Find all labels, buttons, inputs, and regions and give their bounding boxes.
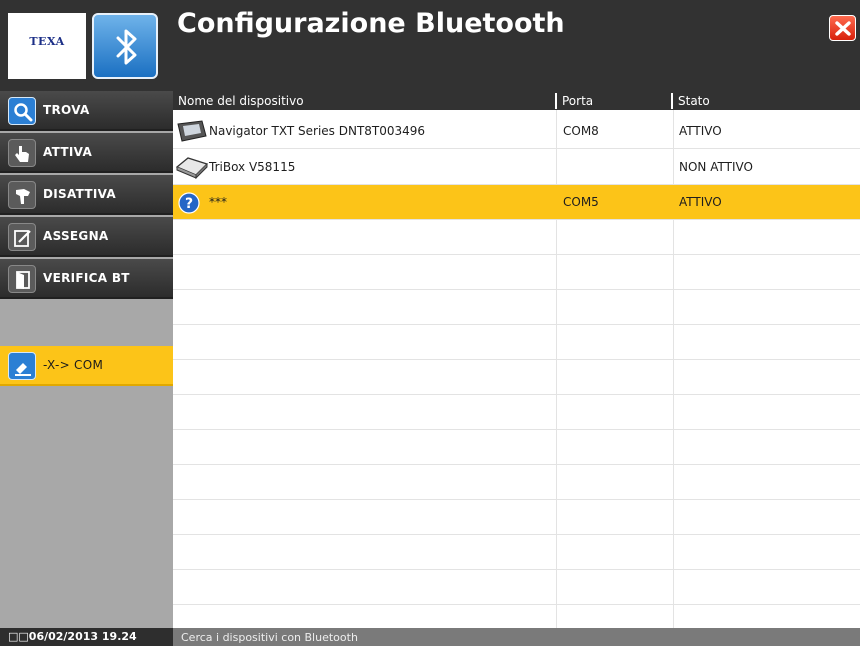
status-bar: □□06/02/2013 19.24 Cerca i dispositivi c…: [0, 628, 860, 646]
tribox-device-icon: [176, 157, 208, 179]
device-name: Navigator TXT Series DNT8T003496: [209, 124, 426, 138]
column-header-port[interactable]: Porta: [555, 93, 668, 109]
sidebar-item-assign-com[interactable]: -X-> COM: [0, 346, 173, 386]
sidebar-item-label: ATTIVA: [43, 145, 93, 159]
door-icon: [8, 265, 36, 293]
empty-row: [173, 255, 860, 290]
table-row-selected[interactable]: ? *** COM5 ATTIVO: [173, 185, 860, 220]
sidebar-item-label: ASSEGNA: [43, 229, 109, 243]
empty-row: [173, 325, 860, 360]
empty-row: [173, 500, 860, 535]
table-row[interactable]: Navigator TXT Series DNT8T003496 COM8 AT…: [173, 114, 860, 149]
empty-row: [173, 535, 860, 570]
sidebar-item-verifica-bt[interactable]: VERIFICA BT: [0, 259, 173, 299]
search-icon: [8, 97, 36, 125]
datetime-label: □□06/02/2013 19.24: [8, 630, 137, 643]
sidebar: TROVA ATTIVA DISATTIVA ASSEGNA VERIFICA …: [0, 91, 173, 628]
sidebar-item-trova[interactable]: TROVA: [0, 91, 173, 131]
empty-row: [173, 290, 860, 325]
device-status: ATTIVO: [679, 124, 722, 138]
brand-label: TEXA: [29, 35, 65, 48]
device-status: ATTIVO: [679, 195, 722, 209]
column-header-name[interactable]: Nome del dispositivo: [173, 93, 553, 109]
hand-pointing-icon: [8, 139, 36, 167]
device-port: COM5: [563, 195, 599, 209]
sidebar-item-label: VERIFICA BT: [43, 271, 130, 285]
status-clock: □□06/02/2013 19.24: [0, 628, 173, 646]
bluetooth-icon: [92, 13, 158, 79]
device-port: COM8: [563, 124, 599, 138]
hand-stop-icon: [8, 181, 36, 209]
empty-row: [173, 395, 860, 430]
texa-logo: TEXA: [8, 13, 86, 79]
navigator-device-icon: [177, 120, 207, 142]
page-title: Configurazione Bluetooth: [177, 8, 565, 39]
device-status: NON ATTIVO: [679, 160, 753, 174]
empty-row: [173, 430, 860, 465]
sidebar-item-label: TROVA: [43, 103, 90, 117]
empty-row: [173, 570, 860, 605]
svg-text:?: ?: [185, 196, 193, 212]
device-name: TriBox V58115: [209, 160, 296, 174]
column-header-status[interactable]: Stato: [671, 93, 860, 109]
edit-icon: [8, 223, 36, 251]
table-row[interactable]: TriBox V58115 NON ATTIVO: [173, 150, 860, 185]
device-table: Nome del dispositivo Porta Stato Navigat…: [173, 91, 860, 628]
empty-row: [173, 360, 860, 395]
question-icon: ?: [178, 192, 200, 214]
sidebar-item-assegna[interactable]: ASSEGNA: [0, 217, 173, 257]
status-message: Cerca i dispositivi con Bluetooth: [181, 631, 358, 644]
title-bar: TEXA Configurazione Bluetooth: [0, 0, 860, 91]
close-button[interactable]: [829, 15, 856, 41]
table-header: Nome del dispositivo Porta Stato: [173, 91, 860, 110]
device-name: ***: [209, 195, 227, 209]
close-icon: [835, 21, 851, 36]
pen-icon: [8, 352, 36, 380]
sidebar-item-label: -X-> COM: [43, 358, 104, 372]
empty-row: [173, 465, 860, 500]
sidebar-item-label: DISATTIVA: [43, 187, 116, 201]
sidebar-item-attiva[interactable]: ATTIVA: [0, 133, 173, 173]
sidebar-item-disattiva[interactable]: DISATTIVA: [0, 175, 173, 215]
empty-row: [173, 220, 860, 255]
